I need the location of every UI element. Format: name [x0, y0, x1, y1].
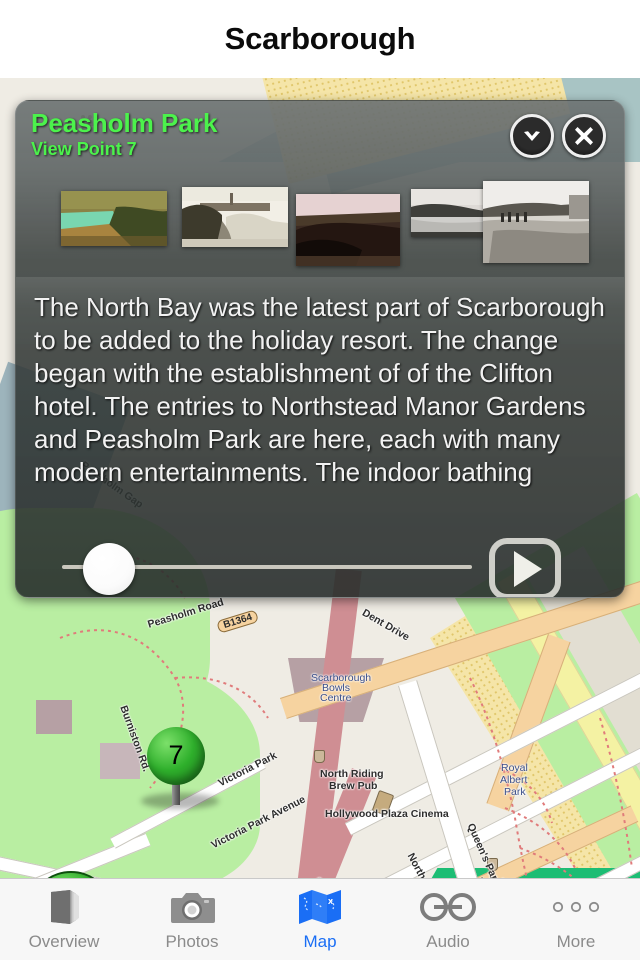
- map-label: Park: [504, 786, 526, 798]
- pin-number: 7: [168, 739, 184, 770]
- play-icon: [514, 551, 542, 587]
- thumbnail-image[interactable]: [483, 181, 589, 263]
- thumbnail-strip[interactable]: [16, 177, 624, 277]
- thumbnail-image[interactable]: [182, 187, 288, 247]
- chevron-down-icon: [524, 131, 540, 141]
- tab-overview-label: Overview: [28, 932, 100, 951]
- tab-bar: Overview Photos x Map Audio More: [0, 878, 640, 960]
- book-icon: [44, 887, 84, 927]
- map-label: Albert: [500, 774, 528, 786]
- viewpoint-info-panel: Peasholm Park View Point 7 The North Bay…: [15, 100, 625, 598]
- poi-pub-icon: [314, 750, 325, 763]
- tab-audio[interactable]: Audio: [384, 879, 512, 960]
- page-title: Scarborough: [224, 21, 416, 56]
- audio-reel-icon: [420, 887, 476, 927]
- map-label: Centre: [320, 692, 352, 704]
- app-root: Scarborough Peasholm Road B1364 Burnisto…: [0, 0, 640, 960]
- panel-controls: [16, 535, 624, 597]
- tab-more-label: More: [556, 932, 596, 951]
- audio-slider-knob[interactable]: [83, 543, 135, 595]
- svg-text:x: x: [328, 896, 333, 906]
- tab-photos[interactable]: Photos: [128, 879, 256, 960]
- tab-audio-label: Audio: [426, 932, 470, 951]
- close-icon: [575, 127, 593, 145]
- panel-header: Peasholm Park View Point 7: [16, 101, 624, 177]
- collapse-button[interactable]: [510, 114, 554, 158]
- close-button[interactable]: [562, 114, 606, 158]
- tab-map-label: Map: [303, 932, 337, 951]
- tab-map[interactable]: x Map: [256, 879, 384, 960]
- pin-shadow: [141, 793, 219, 809]
- panel-title: Peasholm Park: [31, 108, 218, 138]
- map-label: Royal: [501, 762, 528, 774]
- pin-head: 7: [147, 727, 205, 785]
- map-pin-viewpoint-7[interactable]: 7: [141, 727, 219, 809]
- panel-subtitle: View Point 7: [31, 139, 137, 159]
- thumbnail-image[interactable]: [296, 194, 400, 266]
- thumbnail-image[interactable]: [61, 191, 167, 246]
- panel-body-text: The North Bay was the latest part of Sca…: [16, 277, 624, 535]
- tab-overview[interactable]: Overview: [0, 879, 128, 960]
- play-button[interactable]: [489, 538, 561, 597]
- ellipsis-icon: [549, 887, 603, 927]
- map-label: Hollywood Plaza Cinema: [325, 808, 449, 820]
- page-header: Scarborough: [0, 0, 640, 78]
- map-icon: x: [297, 887, 343, 927]
- map-label: North Riding: [320, 768, 384, 780]
- map-label: Brew Pub: [329, 780, 378, 792]
- camera-icon: [169, 887, 215, 927]
- tab-photos-label: Photos: [165, 932, 219, 951]
- tab-more[interactable]: More: [512, 879, 640, 960]
